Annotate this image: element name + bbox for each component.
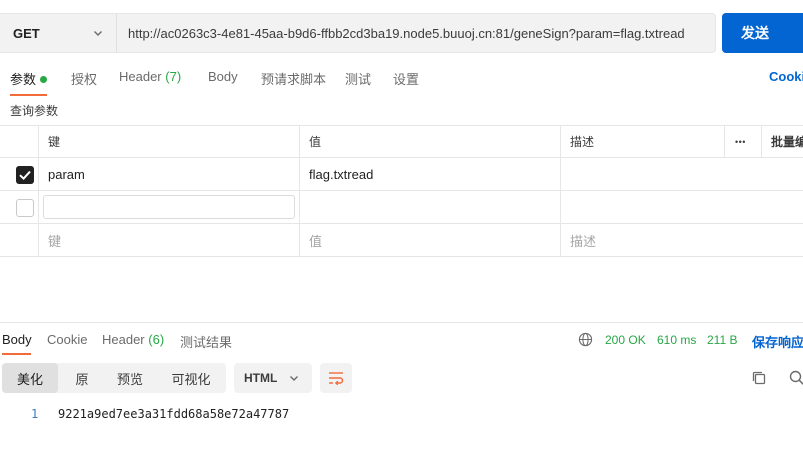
table-row-placeholder: 键 值 描述 (0, 224, 803, 257)
column-divider (299, 224, 300, 256)
method-label: GET (13, 25, 40, 41)
more-options-icon[interactable]: ••• (735, 126, 746, 157)
format-select[interactable]: HTML (234, 363, 312, 393)
column-divider (299, 191, 300, 223)
column-divider (38, 224, 39, 256)
column-header-key: 键 (48, 135, 61, 149)
response-tab-body[interactable]: Body (2, 332, 32, 347)
wrap-lines-icon (329, 372, 344, 385)
column-divider (560, 126, 561, 157)
column-divider (560, 224, 561, 256)
line-number: 1 (31, 407, 39, 421)
response-headers-count: (6) (148, 332, 165, 347)
column-divider (299, 126, 300, 157)
wrap-lines-button[interactable] (320, 363, 352, 393)
response-tab-cookies[interactable]: Cookie (47, 332, 87, 347)
params-table: 键 值 描述 ••• 批量编辑 param flag.txtread 键 值 描… (0, 125, 803, 257)
description-placeholder[interactable]: 描述 (570, 224, 596, 256)
checkmark-icon (19, 170, 31, 181)
globe-icon[interactable] (578, 332, 593, 347)
response-tab-test-results[interactable]: 测试结果 (180, 332, 232, 351)
request-tabs: 参数 授权 Header (7) Body 预请求脚本 测试 设置 Cookie… (0, 62, 803, 96)
column-divider (724, 126, 725, 157)
tab-headers-label: Header (119, 69, 162, 84)
column-divider (560, 158, 561, 190)
tab-tests[interactable]: 测试 (345, 69, 371, 88)
status-code[interactable]: 200 OK (605, 333, 646, 347)
response-divider (0, 322, 803, 323)
param-value-cell[interactable]: flag.txtread (309, 158, 373, 190)
format-label: HTML (244, 371, 278, 385)
param-enabled-checkbox[interactable] (16, 166, 34, 184)
params-active-dot (40, 76, 48, 83)
column-divider (299, 158, 300, 190)
tab-prerequest-script[interactable]: 预请求脚本 (261, 69, 326, 88)
response-tab-headers-label: Header (102, 332, 145, 347)
method-select[interactable]: GET (0, 14, 117, 52)
response-time[interactable]: 610 ms (657, 333, 696, 347)
chevron-down-icon (290, 376, 298, 381)
column-divider (38, 126, 39, 157)
view-mode-segmented-control: 美化 原 预览 可视化 (2, 363, 226, 393)
response-size[interactable]: 211 B (707, 333, 737, 347)
response-active-tab-indicator (2, 353, 31, 355)
value-placeholder[interactable]: 值 (309, 224, 322, 256)
tab-auth[interactable]: 授权 (71, 69, 97, 88)
new-param-key-input[interactable] (43, 195, 295, 219)
table-row: param flag.txtread (0, 158, 803, 191)
send-button[interactable]: 发送 (722, 13, 803, 53)
copy-icon[interactable] (751, 370, 767, 386)
bulk-edit-button[interactable]: 批量编辑 (771, 126, 803, 157)
column-divider (38, 158, 39, 190)
url-input[interactable]: http://ac0263c3-4e81-45aa-b9d6-ffbb2cd3b… (117, 14, 715, 52)
response-body-line: 9221a9ed7ee3a31fdd68a58e72a47787 (58, 407, 290, 421)
tab-params-label: 参数 (10, 72, 37, 87)
param-key-cell[interactable]: param (48, 158, 85, 190)
tab-body[interactable]: Body (208, 69, 238, 84)
search-icon[interactable] (789, 370, 803, 386)
column-header-value: 值 (309, 135, 322, 149)
chevron-down-icon (94, 31, 102, 36)
query-params-label: 查询参数 (10, 104, 59, 118)
request-bar: GET http://ac0263c3-4e81-45aa-b9d6-ffbb2… (0, 13, 716, 53)
response-tab-headers[interactable]: Header (6) (102, 332, 164, 347)
column-divider (560, 191, 561, 223)
view-mode-preview[interactable]: 预览 (106, 363, 154, 393)
tab-headers-count: (7) (165, 69, 182, 84)
active-tab-indicator (10, 94, 47, 96)
column-header-description: 描述 (570, 135, 595, 149)
view-mode-visualize[interactable]: 可视化 (156, 363, 226, 393)
view-mode-pretty[interactable]: 美化 (2, 363, 58, 393)
column-divider (38, 191, 39, 223)
tab-settings[interactable]: 设置 (393, 69, 419, 88)
save-response-button[interactable]: 保存响应 (752, 332, 803, 351)
key-placeholder[interactable]: 键 (48, 224, 61, 256)
column-divider (761, 126, 762, 157)
new-param-checkbox[interactable] (16, 199, 34, 217)
tab-params[interactable]: 参数 (10, 69, 48, 88)
table-header-row: 键 值 描述 ••• 批量编辑 (0, 125, 803, 158)
table-row-new (0, 191, 803, 224)
tab-headers[interactable]: Header (7) (119, 69, 181, 84)
view-mode-raw[interactable]: 原 (60, 363, 104, 393)
cookies-link[interactable]: Cookies (769, 69, 803, 84)
